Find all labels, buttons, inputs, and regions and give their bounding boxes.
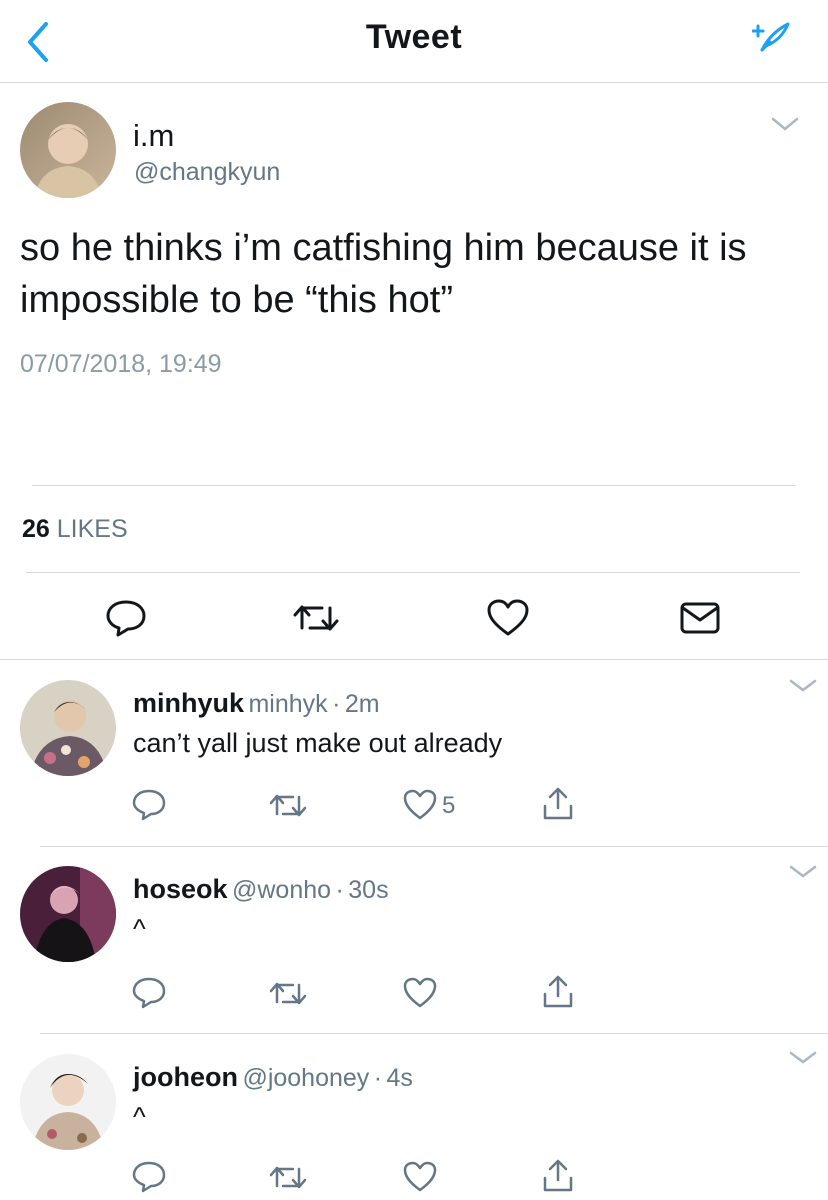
chevron-down-icon[interactable] <box>770 116 800 132</box>
divider <box>40 1033 828 1034</box>
retweet-icon[interactable] <box>292 598 339 638</box>
chevron-down-icon[interactable] <box>788 678 818 694</box>
like-count: 5 <box>442 792 456 819</box>
separator-dot: · <box>335 876 344 904</box>
author-handle[interactable]: @changkyun <box>134 158 280 187</box>
tweet-text: so he thinks i’m catfishing him because … <box>20 227 747 321</box>
reply-text: ^ <box>133 1102 146 1132</box>
reply-icon[interactable] <box>131 788 167 822</box>
avatar[interactable] <box>20 866 116 962</box>
reply-author-handle[interactable]: minhyk <box>248 690 327 718</box>
reply-author-name[interactable]: minhyuk <box>133 688 244 718</box>
avatar[interactable] <box>20 1054 116 1150</box>
page-title: Tweet <box>365 18 463 56</box>
chevron-down-icon[interactable] <box>788 864 818 880</box>
reply-icon[interactable] <box>131 976 167 1010</box>
reply-author-handle[interactable]: @joohoney <box>242 1064 369 1092</box>
avatar[interactable] <box>20 680 116 776</box>
like-icon[interactable] <box>402 1160 438 1194</box>
likes-label: LIKES <box>56 515 128 543</box>
message-icon[interactable] <box>678 598 722 638</box>
reply-author-handle[interactable]: @wonho <box>232 876 331 904</box>
reply-author-name[interactable]: jooheon <box>133 1062 238 1092</box>
reply-header: hoseok @wonho · 30s <box>133 874 389 905</box>
retweet-icon[interactable] <box>268 976 307 1010</box>
reply-text: ^ <box>133 914 146 944</box>
reply-time: 2m <box>344 690 380 718</box>
author-name[interactable]: i.m <box>133 118 174 154</box>
avatar[interactable] <box>20 102 116 198</box>
reply-icon[interactable] <box>104 598 148 638</box>
chevron-down-icon[interactable] <box>788 1050 818 1066</box>
reply-icon[interactable] <box>131 1160 167 1194</box>
tweet-timestamp: 07/07/2018, 19:49 <box>20 350 222 378</box>
share-icon[interactable] <box>540 974 576 1008</box>
reply-author-name[interactable]: hoseok <box>133 874 228 904</box>
reply-header: minhyuk minhyk · 2m <box>133 688 380 719</box>
compose-tweet-icon[interactable] <box>751 20 794 56</box>
reply-time: 30s <box>348 876 389 904</box>
share-icon[interactable] <box>540 1158 576 1192</box>
likes-count[interactable]: 26 LIKES <box>22 515 128 544</box>
separator-dot: · <box>332 690 341 718</box>
divider <box>0 659 828 660</box>
reply-time: 4s <box>386 1064 413 1092</box>
like-icon[interactable] <box>486 598 530 638</box>
like-icon[interactable] <box>402 788 438 822</box>
separator-dot: · <box>373 1064 383 1092</box>
reply-text: can’t yall just make out already <box>133 728 503 758</box>
reply-header: jooheon @joohoney · 4s <box>133 1062 413 1093</box>
like-icon[interactable] <box>402 976 438 1010</box>
divider <box>26 572 800 573</box>
retweet-icon[interactable] <box>268 1160 307 1194</box>
likes-number: 26 <box>22 515 50 543</box>
share-icon[interactable] <box>540 786 576 820</box>
divider <box>40 846 828 847</box>
retweet-icon[interactable] <box>268 788 307 822</box>
divider <box>32 485 796 486</box>
